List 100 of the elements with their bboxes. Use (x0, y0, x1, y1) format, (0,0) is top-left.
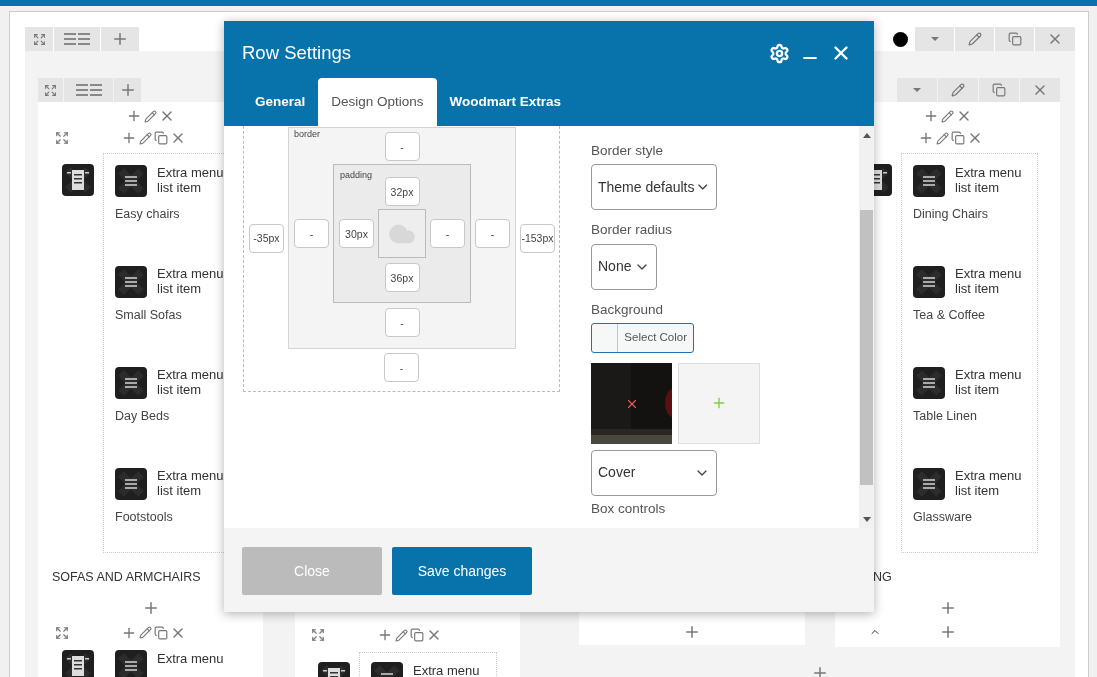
expand-icon[interactable] (55, 131, 69, 145)
scroll-down-icon[interactable] (862, 517, 871, 522)
item-label: Small Sofas (115, 307, 183, 324)
item-title: Extra menu (413, 663, 480, 677)
item-title: Extra menu list item (157, 468, 225, 500)
copy-icon[interactable] (410, 628, 424, 642)
add-icon[interactable] (918, 130, 934, 146)
menu-element-icon (115, 367, 147, 399)
edit-icon[interactable] (936, 131, 949, 145)
copy-icon[interactable] (951, 131, 965, 145)
border-left-field[interactable]: - (294, 219, 329, 248)
item-title: Extra menu (157, 650, 224, 668)
item-title: Extra menu list item (157, 367, 225, 399)
edit-icon[interactable] (941, 109, 954, 123)
edit-icon (967, 32, 982, 46)
item-title: Extra menu list item (955, 266, 1023, 298)
document-element-icon (62, 649, 94, 677)
copy-tab[interactable] (979, 78, 1019, 102)
item-label: Day Beds (115, 408, 171, 425)
item-label: Tea & Coffee (913, 307, 987, 324)
item-title: Extra menu list item (955, 468, 1023, 500)
padding-bottom-field[interactable]: 36px (384, 263, 420, 292)
border-top-field[interactable]: - (384, 132, 420, 161)
expand-tab[interactable] (25, 27, 53, 51)
expand-icon (44, 83, 57, 97)
field-label: Border style (591, 142, 665, 160)
scrollbar[interactable] (859, 126, 874, 528)
edit-icon (951, 83, 965, 97)
edit-icon[interactable] (395, 628, 408, 642)
add-icon[interactable] (377, 627, 393, 643)
document-element-icon (62, 164, 94, 196)
rows-icon (64, 33, 90, 45)
item-label: Dining Chairs (913, 206, 990, 223)
expand-tab[interactable] (38, 78, 63, 102)
add-icon[interactable] (126, 108, 142, 124)
add-icon[interactable] (121, 130, 137, 146)
select-dropdown[interactable]: None (591, 243, 657, 290)
menu-element-icon (115, 649, 147, 677)
add-tab[interactable] (114, 78, 141, 102)
expand-icon[interactable] (55, 625, 69, 640)
edit-tab[interactable] (938, 78, 978, 102)
layout-tab[interactable] (64, 78, 113, 102)
rows-icon (75, 84, 102, 96)
add-icon[interactable] (923, 108, 939, 124)
menu-element-icon (913, 367, 945, 399)
document-element-icon (874, 164, 892, 196)
item-label: Glassware (913, 509, 974, 526)
area-label: border (294, 128, 320, 141)
caret-icon (930, 37, 939, 41)
select-dropdown[interactable]: Theme defaults (591, 164, 717, 211)
copy-icon (1007, 32, 1022, 46)
field-label: Border radius (591, 221, 674, 240)
add-tab[interactable] (101, 27, 139, 51)
border-right-field[interactable]: - (475, 219, 510, 248)
padding-left-field[interactable]: 30px (339, 219, 374, 248)
edit-icon[interactable] (139, 131, 152, 145)
add-icon[interactable] (683, 623, 701, 641)
expand-icon[interactable] (311, 628, 325, 642)
settings-icon[interactable] (769, 42, 790, 64)
field-label: Background (591, 300, 665, 319)
caret-icon (913, 88, 921, 92)
dialog-title: Row Settings (242, 41, 351, 66)
item-title: Extra menu list item (157, 165, 225, 197)
copy-icon[interactable] (154, 131, 168, 145)
tab[interactable]: General (242, 78, 319, 126)
layout-tab[interactable] (54, 27, 100, 51)
field-label: Box controls (591, 499, 667, 518)
item-label: Footstools (115, 509, 174, 526)
edit-icon[interactable] (139, 626, 152, 640)
margin-bottom-field[interactable]: - (384, 353, 419, 382)
close-tab[interactable] (1035, 27, 1075, 51)
tab[interactable]: Woodmart Extras (436, 78, 575, 126)
scroll-up-icon[interactable] (862, 133, 871, 138)
padding-top-field[interactable]: 32px (384, 177, 420, 206)
area-label: padding (340, 169, 373, 182)
copy-tab[interactable] (995, 27, 1034, 51)
menu-element-icon (115, 468, 147, 500)
section-heading: SOFAS AND ARMCHAIRS (51, 569, 202, 586)
add-icon (111, 30, 129, 48)
edit-icon[interactable] (144, 109, 157, 123)
copy-icon (992, 83, 1006, 97)
menu-element-icon (913, 468, 945, 500)
scrollbar-thumb[interactable] (860, 210, 873, 485)
item-title: Extra menu list item (955, 165, 1023, 197)
padding-right-field[interactable]: - (430, 219, 465, 248)
item-label: Table Linen (913, 408, 978, 425)
border-bottom-field[interactable]: - (384, 308, 420, 337)
edit-tab[interactable] (955, 27, 994, 51)
select-dropdown[interactable]: Cover (591, 449, 717, 496)
margin-left-field[interactable]: -35px (249, 223, 284, 253)
item-label: Easy chairs (115, 206, 181, 223)
save-button[interactable]: Save changes (392, 547, 532, 595)
item-title: Extra menu list item (157, 266, 225, 298)
close-tab[interactable] (1020, 78, 1060, 102)
color-picker-button[interactable]: Select Color (591, 322, 694, 353)
margin-right-field[interactable]: -153px (520, 223, 555, 253)
menu-element-icon (115, 165, 147, 197)
dropdown-tab[interactable] (915, 27, 954, 51)
copy-icon[interactable] (154, 625, 168, 640)
tab[interactable]: Design Options (318, 78, 437, 126)
